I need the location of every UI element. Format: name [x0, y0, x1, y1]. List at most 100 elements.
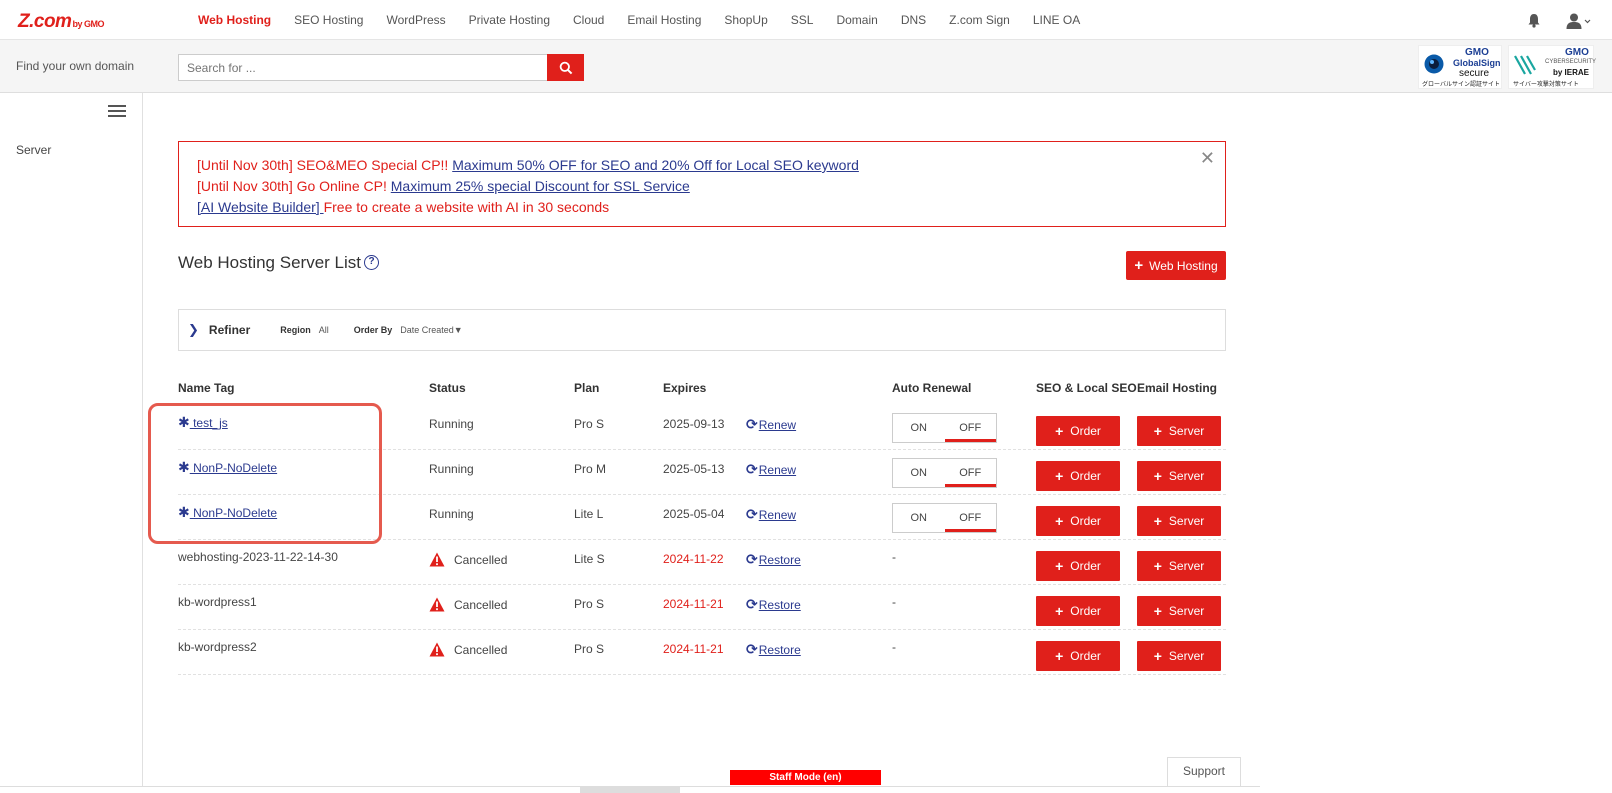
globalsign-seal-icon — [1424, 54, 1444, 74]
plus-icon: + — [1055, 558, 1064, 574]
sidebar-item-server[interactable]: Server — [16, 143, 51, 157]
col-header-plan: Plan — [574, 381, 600, 395]
search-button[interactable] — [547, 54, 584, 81]
server-name-text: kb-wordpress2 — [178, 640, 257, 654]
page-title: Web Hosting Server List — [178, 253, 361, 272]
highlight-annotation — [148, 403, 382, 544]
plan-text: Pro S — [574, 417, 605, 431]
renew-icon: ⟳ — [746, 506, 758, 522]
sidebar: Server — [0, 93, 143, 793]
email-server-button[interactable]: + Server — [1137, 551, 1221, 581]
expires-text: 2024-11-22 — [663, 552, 724, 566]
help-icon[interactable]: ? — [364, 255, 379, 270]
expires-text: 2025-05-13 — [663, 462, 725, 476]
table-row: kb-wordpress2 Cancelled Pro S 2024-11-21… — [178, 630, 1226, 675]
plus-icon: + — [1055, 603, 1064, 619]
main-nav: Web Hosting SEO Hosting WordPress Privat… — [198, 0, 1103, 40]
server-name-text: webhosting-2023-11-22-14-30 — [178, 550, 338, 564]
zcom-logo[interactable]: Z.comby GMO — [18, 11, 104, 33]
plus-icon: + — [1055, 513, 1064, 529]
server-name-text: kb-wordpress1 — [178, 595, 257, 609]
seo-order-button[interactable]: + Order — [1036, 596, 1120, 626]
close-icon[interactable]: ✕ — [1200, 148, 1215, 169]
plus-icon: + — [1055, 468, 1064, 484]
plus-icon: + — [1055, 648, 1064, 664]
email-server-button[interactable]: + Server — [1137, 461, 1221, 491]
seo-order-button[interactable]: + Order — [1036, 641, 1120, 671]
auto-renewal-toggle[interactable]: ON OFF — [892, 458, 997, 488]
renew-link[interactable]: Renew — [759, 418, 796, 432]
warning-icon — [429, 597, 445, 612]
status-text: Cancelled — [454, 598, 508, 612]
nav-email-hosting[interactable]: Email Hosting — [627, 13, 701, 27]
ierae-logo-icon — [1514, 55, 1536, 75]
nav-zcom-sign[interactable]: Z.com Sign — [949, 13, 1010, 27]
email-server-button[interactable]: + Server — [1137, 416, 1221, 446]
warning-icon — [429, 642, 445, 657]
plus-icon: + — [1153, 513, 1162, 529]
warning-icon — [429, 552, 445, 567]
plus-icon: + — [1153, 648, 1162, 664]
plan-text: Pro S — [574, 597, 605, 611]
auto-renewal-toggle[interactable]: ON OFF — [892, 503, 997, 533]
expires-text: 2025-09-13 — [663, 417, 725, 431]
nav-dns[interactable]: DNS — [901, 13, 926, 27]
restore-link[interactable]: Restore — [759, 643, 801, 657]
nav-line-oa[interactable]: LINE OA — [1033, 13, 1080, 27]
nav-ssl[interactable]: SSL — [791, 13, 814, 27]
nav-domain[interactable]: Domain — [836, 13, 877, 27]
order-by-label: Order By — [353, 325, 393, 335]
status-text: Running — [429, 462, 474, 476]
renew-link[interactable]: Renew — [759, 508, 796, 522]
email-server-button[interactable]: + Server — [1137, 596, 1221, 626]
restore-icon: ⟳ — [746, 551, 758, 567]
campaign-notice: [Until Nov 30th] SEO&MEO Special CP!! Ma… — [178, 141, 1226, 227]
add-web-hosting-button[interactable]: + Web Hosting — [1126, 251, 1226, 280]
nav-shopup[interactable]: ShopUp — [724, 13, 767, 27]
col-header-status: Status — [429, 381, 466, 395]
restore-icon: ⟳ — [746, 596, 758, 612]
seo-order-button[interactable]: + Order — [1036, 461, 1120, 491]
restore-link[interactable]: Restore — [759, 598, 801, 612]
auto-renewal-toggle[interactable]: ON OFF — [892, 413, 997, 443]
domain-search-input[interactable] — [178, 54, 548, 81]
nav-seo-hosting[interactable]: SEO Hosting — [294, 13, 363, 27]
expires-text: 2025-05-04 — [663, 507, 725, 521]
auto-renewal-value: - — [892, 550, 896, 564]
renew-icon: ⟳ — [746, 416, 758, 432]
refiner-panel[interactable]: ❯ Refiner Region All Order By Date Creat… — [178, 309, 1226, 351]
region-value[interactable]: All — [319, 325, 329, 335]
renew-link[interactable]: Renew — [759, 463, 796, 477]
email-server-button[interactable]: + Server — [1137, 641, 1221, 671]
plus-icon: + — [1153, 558, 1162, 574]
top-nav: Z.comby GMO Web Hosting SEO Hosting Word… — [0, 0, 1612, 40]
notice-line-1: [Until Nov 30th] SEO&MEO Special CP!! Ma… — [197, 157, 859, 173]
user-account-icon[interactable] — [1566, 13, 1592, 29]
col-header-name-tag: Name Tag — [178, 381, 235, 395]
nav-web-hosting[interactable]: Web Hosting — [198, 13, 271, 27]
auto-renewal-value: - — [892, 595, 896, 609]
email-server-button[interactable]: + Server — [1137, 506, 1221, 536]
hamburger-menu-icon[interactable] — [108, 105, 126, 119]
plan-text: Pro M — [574, 462, 607, 476]
nav-private-hosting[interactable]: Private Hosting — [469, 13, 550, 27]
table-row: webhosting-2023-11-22-14-30 Cancelled Li… — [178, 540, 1226, 585]
col-header-auto-renewal: Auto Renewal — [892, 381, 972, 395]
notice-ssl-link[interactable]: Maximum 25% special Discount for SSL Ser… — [391, 178, 690, 194]
col-header-expires: Expires — [663, 381, 707, 395]
nav-wordpress[interactable]: WordPress — [386, 13, 445, 27]
seo-order-button[interactable]: + Order — [1036, 506, 1120, 536]
col-header-seo-local-seo: SEO & Local SEO — [1036, 381, 1137, 395]
globalsign-secure-badge[interactable]: GMO GlobalSign secure グローバルサイン認証サイト — [1418, 45, 1502, 89]
region-label: Region — [280, 325, 311, 335]
seo-order-button[interactable]: + Order — [1036, 551, 1120, 581]
notice-seo-link[interactable]: Maximum 50% OFF for SEO and 20% Off for … — [452, 157, 859, 173]
seo-order-button[interactable]: + Order — [1036, 416, 1120, 446]
bell-icon[interactable] — [1527, 13, 1541, 28]
ierae-cybersecurity-badge[interactable]: GMO CYBERSECURITY by IERAE サイバー攻撃対策サイト — [1508, 45, 1596, 89]
restore-link[interactable]: Restore — [759, 553, 801, 567]
nav-cloud[interactable]: Cloud — [573, 13, 604, 27]
scrollbar-thumb[interactable] — [580, 787, 680, 793]
order-by-value[interactable]: Date Created▼ — [400, 325, 462, 335]
notice-ai-builder-link[interactable]: [AI Website Builder] — [197, 199, 324, 215]
